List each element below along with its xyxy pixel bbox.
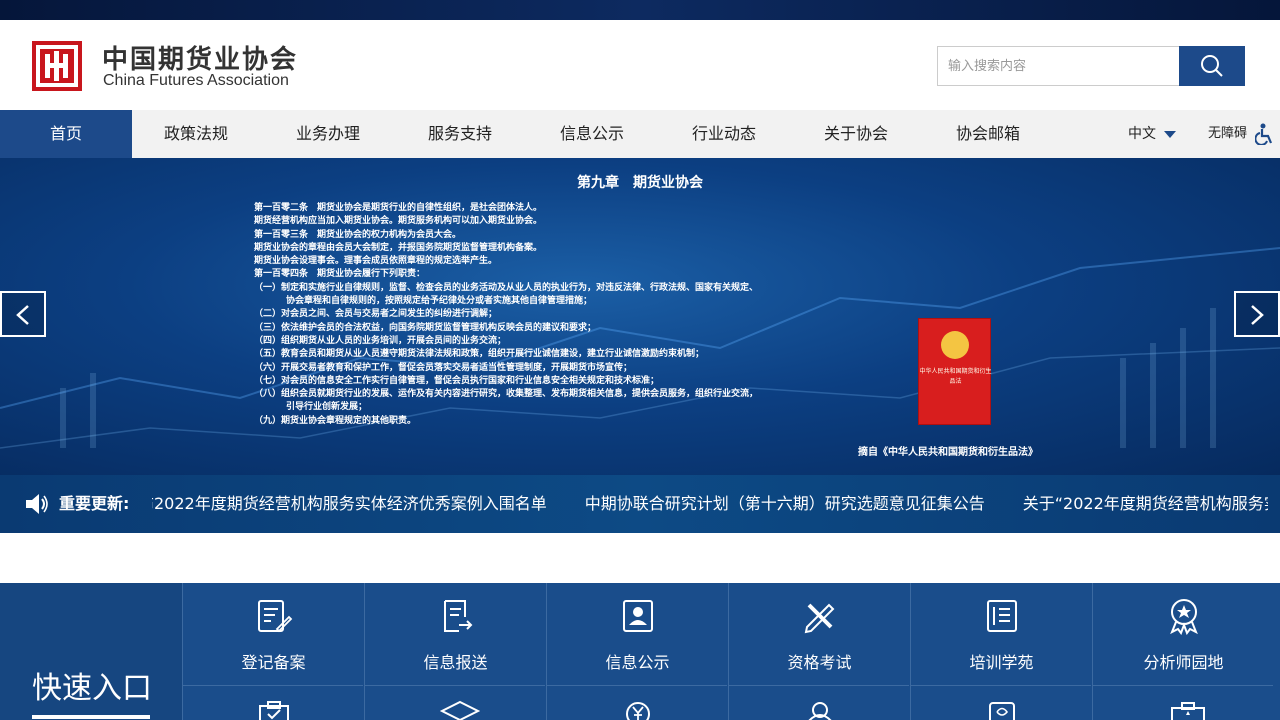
ticker-label: 重要更新:: [59, 494, 130, 513]
nav-about[interactable]: 关于协会: [790, 110, 922, 158]
quick-item-row2[interactable]: [910, 686, 1091, 720]
nav-policy[interactable]: 政策法规: [130, 110, 262, 158]
nav-service[interactable]: 服务支持: [394, 110, 526, 158]
search-icon: [1201, 55, 1223, 77]
quick-item-label: 分析师园地: [1143, 653, 1224, 672]
ticker-item[interactable]: 关于“2022年度期货经营机构服务实体经济优秀案例”: [1023, 475, 1268, 533]
law-line: （四）组织期货从业人员的业务培训，开展会员间的业务交流；: [254, 335, 507, 346]
quick-entry-section: 快速入口 登记备案 信息报送 信息公示 资格考试 培训学苑 分析师园地: [0, 583, 1280, 720]
award-medal-icon: [1170, 599, 1198, 635]
layers-icon: [440, 700, 480, 720]
language-selector[interactable]: 中文: [1128, 110, 1176, 158]
law-line: （一）制定和实施行业自律规则，监督、检查会员的业务活动及从业人员的执业行为，对违…: [254, 282, 759, 293]
report-submit-icon: [444, 600, 473, 632]
banner-next-button[interactable]: [1234, 291, 1280, 337]
national-emblem-icon: [941, 331, 969, 359]
law-line: （三）依法维护会员的合法权益，向国务院期货监督管理机构反映会员的建议和要求；: [254, 322, 597, 333]
quick-item-analyst[interactable]: 分析师园地: [1092, 583, 1273, 686]
quick-item-register[interactable]: 登记备案: [182, 583, 363, 686]
quick-item-label: 资格考试: [787, 653, 852, 672]
quick-item-row2[interactable]: [1092, 686, 1273, 720]
language-label: 中文: [1128, 126, 1156, 142]
profile-card-icon: [623, 600, 653, 632]
law-line: （七）对会员的信息安全工作实行自律管理，督促会员执行国家和行业信息安全相关规定和…: [254, 375, 660, 386]
banner-law-text: 第一百零二条 期货业协会是期货行业的自律性组织，是社会团体法人。 期货经营机构应…: [254, 202, 874, 428]
law-line: 引导行业创新发展；: [286, 402, 368, 413]
nav-disclosure[interactable]: 信息公示: [526, 110, 658, 158]
quick-item-report[interactable]: 信息报送: [364, 583, 545, 686]
accessibility-label: 无障碍: [1208, 126, 1248, 141]
law-line: 期货经营机构应当加入期货业协会。期货服务机构可以加入期货业协会。: [254, 216, 543, 227]
quick-item-label: 培训学苑: [969, 653, 1034, 672]
nav-mailbox[interactable]: 协会邮箱: [922, 110, 1054, 158]
site-header: 中国期货业协会 China Futures Association: [0, 20, 1280, 110]
quick-entry-title-box: 快速入口: [0, 583, 182, 720]
logo-chinese-name[interactable]: 中国期货业协会: [102, 39, 298, 76]
yen-coin-icon: [626, 702, 650, 720]
quick-item-label: 登记备案: [241, 653, 306, 672]
wheelchair-icon: [1254, 123, 1273, 146]
law-line: 第一百零四条 期货业协会履行下列职责：: [254, 269, 426, 280]
law-book-cover: 中华人民共和国期货和衍生品法: [918, 318, 992, 425]
law-line: 第一百零二条 期货业协会是期货行业的自律性组织，是社会团体法人。: [254, 203, 543, 213]
nav-home[interactable]: 首页: [0, 110, 132, 158]
nav-industry-news[interactable]: 行业动态: [658, 110, 790, 158]
quick-item-training[interactable]: 培训学苑: [910, 583, 1091, 686]
ticker-item[interactable]: 布2022年度期货经营机构服务实体经济优秀案例入围名单: [152, 475, 547, 533]
chevron-right-icon: [1251, 305, 1264, 325]
banner-chapter-title: 第九章 期货业协会: [577, 175, 703, 191]
ticker-window: 布2022年度期货经营机构服务实体经济优秀案例入围名单 中期协联合研究计划（第十六…: [152, 475, 1268, 533]
main-nav: 首页 政策法规 业务办理 服务支持 信息公示 行业动态 关于协会 协会邮箱 中文…: [0, 110, 1280, 158]
quick-item-label: 信息公示: [605, 653, 670, 672]
search-button[interactable]: [1179, 46, 1245, 86]
top-strip: [0, 0, 1280, 20]
law-line: 期货业协会的章程由会员大会制定，并报国务院期货监督管理机构备案。: [254, 242, 543, 253]
accessibility-link[interactable]: 无障碍: [1208, 110, 1273, 158]
news-ticker: 重要更新: 布2022年度期货经营机构服务实体经济优秀案例入围名单 中期协联合研究…: [0, 475, 1280, 533]
quick-item-exam[interactable]: 资格考试: [728, 583, 909, 686]
hero-banner: 第九章 期货业协会 第一百零二条 期货业协会是期货行业的自律性组织，是社会团体法…: [0, 158, 1280, 475]
law-line: 期货业协会设理事会。理事会成员依照章程的规定选举产生。: [254, 256, 498, 267]
chevron-left-icon: [16, 305, 29, 325]
banner-source: 摘自《中华人民共和国期货和衍生品法》: [858, 447, 1038, 458]
quick-item-disclosure[interactable]: 信息公示: [546, 583, 727, 686]
clipboard-check-icon: [259, 701, 289, 720]
law-line: 第一百零三条 期货业协会的权力机构为会员大会。: [254, 229, 462, 240]
badge-icon: [989, 702, 1015, 720]
law-line: （八）组织会员就期货行业的发展、运作及有关内容进行研究，收集整理、发布期货相关信…: [254, 389, 759, 400]
register-edit-icon: [258, 600, 293, 633]
book-title: 中华人民共和国期货和衍生品法: [919, 368, 992, 385]
book-icon: [987, 600, 1017, 632]
quick-item-row2[interactable]: [546, 686, 727, 720]
cfa-logo-icon[interactable]: [32, 41, 82, 91]
law-line: （二）对会员之间、会员与交易者之间发生的纠纷进行调解；: [254, 309, 498, 320]
nav-business[interactable]: 业务办理: [262, 110, 394, 158]
law-line: 协会章程和自律规则的，按照规定给予纪律处分或者实施其他自律管理措施；: [286, 296, 593, 307]
quick-item-label: 信息报送: [423, 653, 488, 672]
ticker-track: 布2022年度期货经营机构服务实体经济优秀案例入围名单 中期协联合研究计划（第十六…: [152, 475, 1268, 533]
title-underline: [32, 715, 150, 719]
quick-item-row2[interactable]: [728, 686, 909, 720]
speaker-icon: [26, 494, 48, 514]
people-icon: [808, 702, 832, 720]
logo-english-name[interactable]: China Futures Association: [103, 72, 289, 90]
pencil-ruler-icon: [804, 603, 835, 634]
quick-item-row2[interactable]: [182, 686, 363, 720]
ticker-item[interactable]: 中期协联合研究计划（第十六期）研究选题意见征集公告: [585, 475, 985, 533]
quick-item-row2[interactable]: [364, 686, 545, 720]
briefcase-icon: [1171, 702, 1205, 720]
law-line: （五）教育会员和期货从业人员遵守期货法律法规和政策，组织开展行业诚信建设，建立行…: [254, 349, 705, 360]
law-line: （九）期货业协会章程规定的其他职责。: [254, 415, 417, 426]
banner-prev-button[interactable]: [0, 291, 46, 337]
law-line: （六）开展交易者教育和保护工作，督促会员落实交易者适当性管理制度，开展期货市场宣…: [254, 362, 633, 373]
search-input[interactable]: [937, 46, 1179, 86]
caret-down-icon: [1164, 130, 1176, 138]
quick-entry-title: 快速入口: [32, 671, 152, 706]
